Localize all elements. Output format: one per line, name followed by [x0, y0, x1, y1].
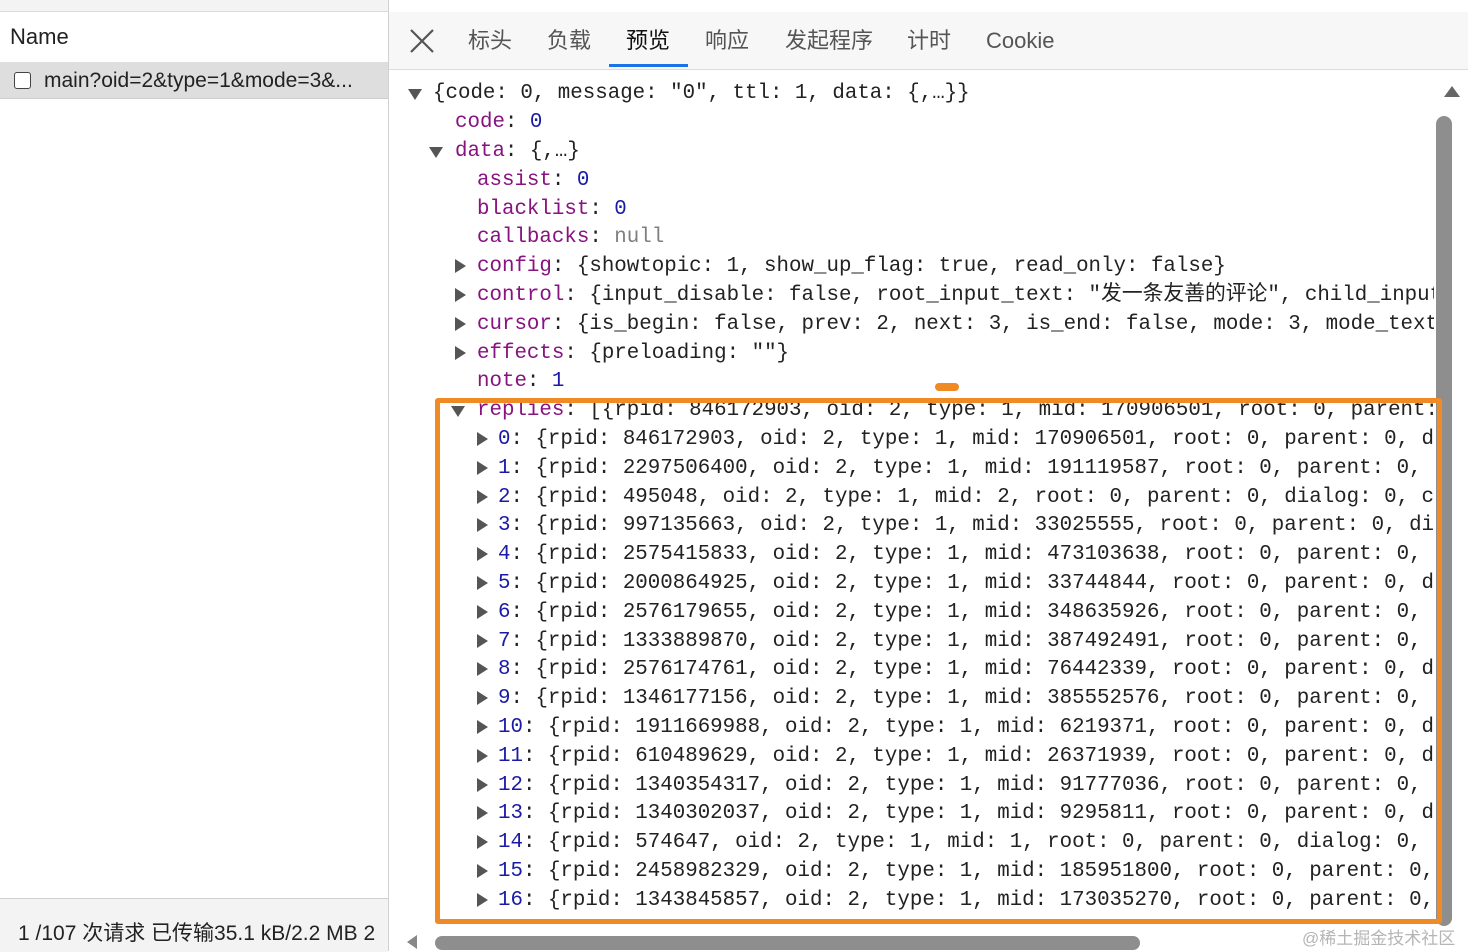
- json-value: {input_disable: false, root_input_text: …: [589, 284, 1434, 307]
- json-value: {showtopic: 1, show_up_flag: true, read_…: [576, 255, 1226, 278]
- request-row[interactable]: main?oid=2&type=1&mode=3&...: [0, 62, 388, 99]
- json-value: {preloading: ""}: [589, 342, 790, 365]
- tab-timing[interactable]: 计时: [907, 12, 951, 67]
- json-key: callbacks: [477, 226, 590, 249]
- json-value: {is_begin: false, prev: 2, next: 3, is_e…: [576, 313, 1434, 336]
- json-node-config[interactable]: config: {showtopic: 1, show_up_flag: tru…: [477, 252, 1226, 281]
- json-value: 1: [551, 370, 565, 393]
- json-node-callbacks: callbacks: null: [477, 226, 665, 249]
- annotation-marker: [935, 383, 959, 391]
- close-icon[interactable]: [407, 26, 437, 56]
- detail-tab-bar: 标头 负载 预览 响应 发起程序 计时 Cookie: [389, 12, 1468, 70]
- json-value: null: [614, 226, 665, 249]
- json-value: 0: [529, 111, 543, 134]
- tab-payload[interactable]: 负载: [547, 12, 591, 67]
- request-name: main?oid=2&type=1&mode=3&...: [44, 69, 353, 92]
- json-key: config: [477, 255, 552, 278]
- json-node-data[interactable]: data: {,…}: [455, 137, 580, 166]
- json-key: assist: [477, 169, 552, 192]
- json-root-text: {code: 0, message: "0", ttl: 1, data: {,…: [433, 82, 970, 105]
- request-list-panel: Name main?oid=2&type=1&mode=3&... 1 /107…: [0, 0, 389, 952]
- triangle-down-icon[interactable]: [429, 147, 443, 158]
- triangle-right-icon[interactable]: [455, 346, 466, 360]
- json-key: data: [455, 140, 505, 163]
- json-node-assist: assist: 0: [477, 169, 590, 192]
- tab-initiator[interactable]: 发起程序: [785, 12, 873, 67]
- triangle-right-icon[interactable]: [455, 288, 466, 302]
- triangle-right-icon[interactable]: [455, 259, 466, 273]
- json-value: 0: [576, 169, 590, 192]
- json-node-note: note: 1: [477, 370, 565, 393]
- scroll-up-arrow-icon[interactable]: [1444, 86, 1460, 97]
- json-key: cursor: [477, 313, 552, 336]
- request-checkbox[interactable]: [14, 72, 31, 89]
- triangle-right-icon[interactable]: [455, 317, 466, 331]
- status-bar: 1 /107 次请求 已传输35.1 kB/2.2 MB 2: [0, 898, 388, 952]
- status-text: 1 /107 次请求 已传输35.1 kB/2.2 MB 2: [18, 922, 376, 945]
- json-key: blacklist: [477, 198, 590, 221]
- json-node-control[interactable]: control: {input_disable: false, root_inp…: [477, 281, 1434, 310]
- json-root-summary[interactable]: {code: 0, message: "0", ttl: 1, data: {,…: [433, 79, 970, 108]
- json-key: effects: [477, 342, 565, 365]
- json-value: {,…}: [529, 140, 580, 163]
- name-column-label: Name: [10, 24, 69, 49]
- json-node-cursor[interactable]: cursor: {is_begin: false, prev: 2, next:…: [477, 310, 1434, 339]
- json-value: 0: [614, 198, 627, 221]
- json-node-code: code: 0: [455, 111, 543, 134]
- highlight-box: [435, 398, 1442, 924]
- json-key: note: [477, 370, 527, 393]
- scroll-left-arrow-icon[interactable]: [407, 935, 417, 949]
- active-tab-indicator: [609, 64, 688, 67]
- json-node-blacklist: blacklist: 0: [477, 198, 627, 221]
- tab-cookie[interactable]: Cookie: [986, 12, 1054, 67]
- json-key: code: [455, 111, 505, 134]
- triangle-down-icon[interactable]: [408, 89, 422, 100]
- tab-preview[interactable]: 预览: [626, 12, 670, 67]
- name-column-header[interactable]: Name: [0, 12, 388, 63]
- horizontal-scroll-thumb[interactable]: [435, 936, 1140, 950]
- tab-response[interactable]: 响应: [705, 12, 749, 67]
- tab-headers[interactable]: 标头: [468, 12, 512, 67]
- watermark: @稀土掘金技术社区: [1302, 929, 1456, 948]
- json-node-effects[interactable]: effects: {preloading: ""}: [477, 339, 789, 368]
- json-key: control: [477, 284, 565, 307]
- filter-strip: [0, 0, 388, 12]
